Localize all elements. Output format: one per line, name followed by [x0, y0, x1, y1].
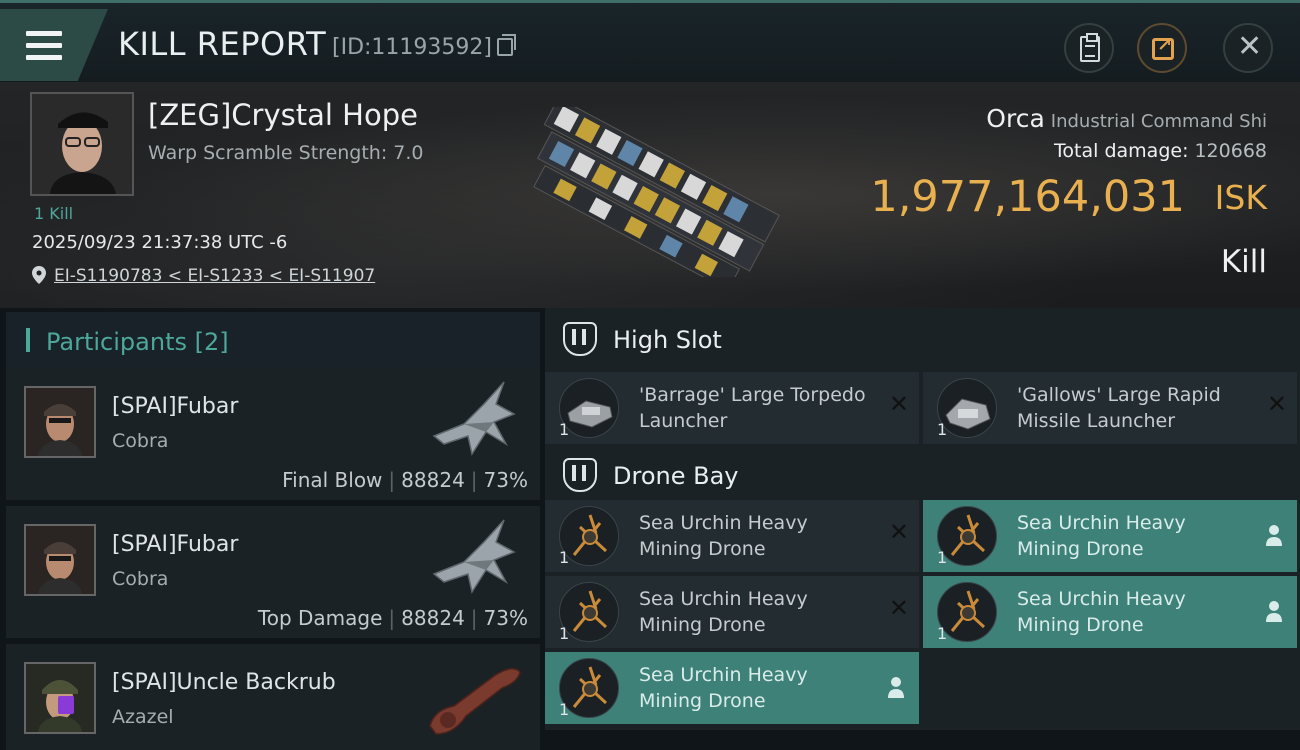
- isk-value: 1,977,164,031: [870, 172, 1185, 222]
- menu-icon: [26, 31, 62, 61]
- total-damage: Total damage: 120668: [1054, 140, 1267, 162]
- section-title: High Slot: [613, 326, 722, 354]
- victim-portrait[interactable]: [30, 92, 134, 196]
- item-name: Sea Urchin Heavy Mining Drone: [639, 588, 808, 636]
- share-button[interactable]: [1137, 23, 1187, 73]
- victim-ship-image[interactable]: [505, 107, 795, 277]
- participant-stats: Final Blow | 88824 | 73%: [282, 468, 528, 492]
- item-name: Sea Urchin Heavy Mining Drone: [639, 512, 808, 560]
- dropped-person-icon: [1266, 601, 1282, 622]
- participant-percent: 73%: [483, 468, 528, 492]
- fitting-item[interactable]: 1 Sea Urchin Heavy Mining Drone ✕: [545, 576, 919, 648]
- destroyed-x-icon: ✕: [888, 518, 909, 546]
- participant-stats: Top Damage | 88824 | 73%: [257, 606, 528, 630]
- participants-header: Participants [2]: [6, 312, 540, 368]
- total-damage-label: Total damage:: [1054, 140, 1189, 162]
- high-slot-header: High Slot: [545, 308, 1300, 372]
- participant-row[interactable]: [SPAI]Fubar Cobra Final Blow | 88824 | 73%: [6, 368, 540, 500]
- drone-bay-icon: [563, 458, 597, 492]
- drone-bay-header: Drone Bay: [545, 444, 1300, 508]
- participant-role: Top Damage: [257, 606, 383, 630]
- dropped-person-icon: [888, 677, 904, 698]
- participant-name[interactable]: [SPAI]Uncle Backrub: [112, 670, 336, 695]
- item-quantity: 1: [937, 420, 948, 439]
- kill-location-link[interactable]: EI-S1190783 < EI-S1233 < EI-S11907: [54, 266, 375, 286]
- fitting-item[interactable]: 1 'Barrage' Large Torpedo Launcher ✕: [545, 372, 919, 444]
- participant-ship: Cobra: [112, 568, 169, 590]
- ship-class: Industrial Command Shi: [1050, 111, 1267, 132]
- participant-ship-image: [429, 668, 521, 735]
- participant-name[interactable]: [SPAI]Fubar: [112, 394, 238, 419]
- badge-icon: [58, 696, 74, 714]
- participant-percent: 73%: [483, 606, 528, 630]
- participant-damage: 88824: [401, 468, 465, 492]
- next-section-header: [545, 730, 1300, 750]
- victim-summary: [ZEG]Crystal Hope Warp Scramble Strength…: [0, 82, 1300, 308]
- item-quantity: 1: [559, 624, 570, 643]
- high-slot-icon: [563, 322, 597, 356]
- victim-kill-count: 1 Kill: [34, 204, 74, 223]
- participant-row[interactable]: [SPAI]Uncle Backrub Azazel: [6, 644, 540, 750]
- item-name: 'Gallows' Large Rapid Missile Launcher: [1017, 384, 1221, 432]
- page-title: KILL REPORT: [118, 25, 327, 63]
- total-damage-value: 120668: [1194, 140, 1267, 162]
- item-quantity: 1: [937, 624, 948, 643]
- participant-damage: 88824: [401, 606, 465, 630]
- item-quantity: 1: [937, 548, 948, 567]
- destroyed-x-icon: ✕: [888, 390, 909, 418]
- item-name: 'Barrage' Large Torpedo Launcher: [639, 384, 866, 432]
- share-icon: [1152, 35, 1174, 60]
- avatar[interactable]: [24, 524, 96, 596]
- copy-icon[interactable]: [497, 34, 516, 56]
- victim-ship-name[interactable]: Orca Industrial Command Shi: [986, 104, 1267, 133]
- item-quantity: 1: [559, 548, 570, 567]
- close-button[interactable]: ✕: [1223, 23, 1273, 73]
- participant-ship: Cobra: [112, 430, 169, 452]
- fitting-panel: High Slot 1 'Barrage' Large Torpedo Laun…: [545, 308, 1300, 750]
- section-title: Drone Bay: [613, 462, 739, 490]
- close-icon: ✕: [1237, 29, 1263, 64]
- avatar[interactable]: [24, 386, 96, 458]
- item-name: Sea Urchin Heavy Mining Drone: [1017, 512, 1186, 560]
- dropped-person-icon: [1266, 525, 1282, 546]
- participants-panel: Participants [2] [SPAI]Fubar Cobra Final…: [0, 308, 545, 750]
- warp-scramble-strength: Warp Scramble Strength: 7.0: [148, 142, 424, 164]
- kill-report-header: KILL REPORT [ID:11193592] ✕: [0, 0, 1300, 82]
- kill-result-label: Kill: [1220, 244, 1267, 280]
- fitting-item[interactable]: 1 Sea Urchin Heavy Mining Drone: [545, 652, 919, 724]
- kill-timestamp: 2025/09/23 21:37:38 UTC -6: [32, 232, 288, 253]
- isk-unit: ISK: [1214, 178, 1267, 217]
- clipboard-button[interactable]: [1064, 23, 1114, 73]
- destroyed-x-icon: ✕: [1266, 390, 1287, 418]
- item-quantity: 1: [559, 700, 570, 719]
- participant-row[interactable]: [SPAI]Fubar Cobra Top Damage | 88824 | 73%: [6, 506, 540, 638]
- participant-ship-image: [432, 519, 516, 594]
- fitting-item[interactable]: 1 Sea Urchin Heavy Mining Drone ✕: [545, 500, 919, 572]
- ship-name: Orca: [986, 104, 1045, 133]
- participant-ship-image: [432, 381, 516, 456]
- fitting-item[interactable]: 1 'Gallows' Large Rapid Missile Launcher…: [923, 372, 1297, 444]
- participants-title: Participants [2]: [46, 328, 229, 356]
- participant-ship: Azazel: [112, 706, 174, 728]
- item-name: Sea Urchin Heavy Mining Drone: [639, 664, 808, 712]
- destroyed-x-icon: ✕: [888, 594, 909, 622]
- item-quantity: 1: [559, 420, 570, 439]
- location-pin-icon: [32, 266, 46, 284]
- clipboard-icon: [1080, 33, 1100, 62]
- fitting-item[interactable]: 1 Sea Urchin Heavy Mining Drone: [923, 500, 1297, 572]
- fitting-item[interactable]: 1 Sea Urchin Heavy Mining Drone: [923, 576, 1297, 648]
- victim-name[interactable]: [ZEG]Crystal Hope: [148, 98, 418, 132]
- participant-name[interactable]: [SPAI]Fubar: [112, 532, 238, 557]
- menu-button[interactable]: [0, 9, 108, 81]
- report-id: [ID:11193592]: [332, 35, 492, 60]
- participant-role: Final Blow: [282, 468, 383, 492]
- item-name: Sea Urchin Heavy Mining Drone: [1017, 588, 1186, 636]
